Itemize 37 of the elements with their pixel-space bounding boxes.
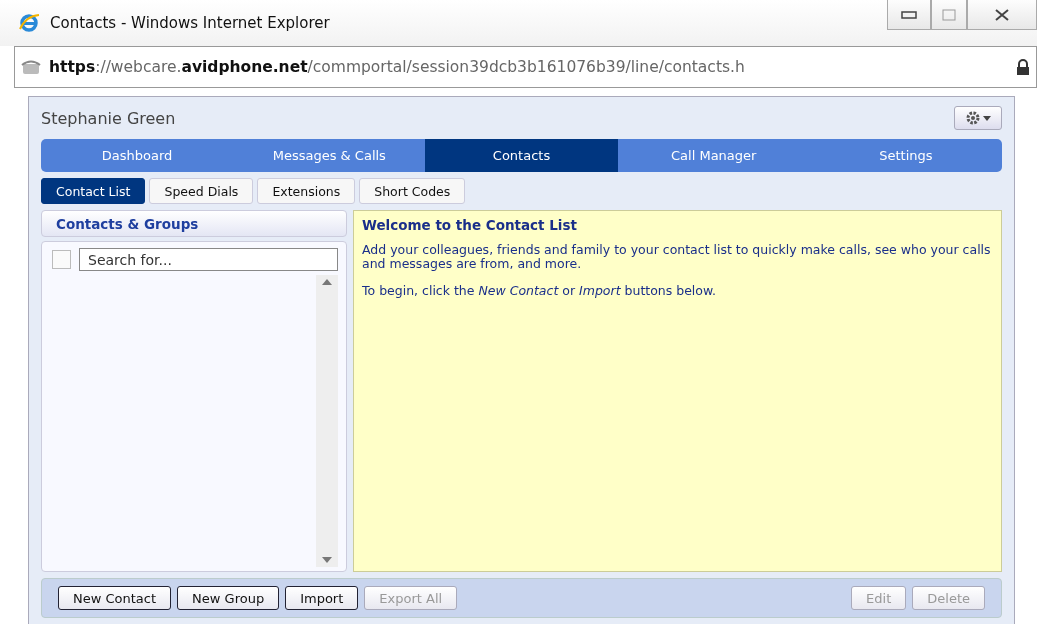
sub-tab[interactable]: Short Codes: [359, 178, 466, 204]
gear-icon: [965, 110, 981, 126]
close-button[interactable]: [967, 0, 1037, 30]
window-title: Contacts - Windows Internet Explorer: [50, 14, 331, 32]
sub-tab[interactable]: Extensions: [257, 178, 356, 204]
minimize-button[interactable]: [887, 0, 931, 30]
browser-logo-icon: [18, 12, 40, 34]
up-arrow-icon: [322, 279, 332, 285]
search-field[interactable]: Search for...: [79, 248, 338, 271]
sub-tab[interactable]: Contact List: [41, 178, 146, 204]
nav-tab[interactable]: Settings: [809, 139, 1002, 172]
select-all-checkbox[interactable]: [52, 250, 71, 269]
close-icon: [994, 8, 1010, 21]
lock-icon: [1016, 59, 1030, 75]
nav-tab[interactable]: Dashboard: [41, 139, 234, 172]
maximize-icon: [942, 8, 956, 21]
action-button[interactable]: New Contact: [58, 586, 172, 610]
welcome-text: Add your colleagues, friends and family to your contact list to quickly make calls, see who your calls and messages are from, and more.: [362, 243, 992, 272]
sub-tab[interactable]: Speed Dials: [149, 178, 254, 204]
panel-title: Contacts & Groups: [41, 210, 347, 237]
action-button[interactable]: Import: [285, 586, 359, 610]
settings-menu-button[interactable]: [954, 106, 1002, 130]
minimize-icon: [901, 10, 917, 19]
url-text: https://webcare.avidphone.net/commportal/session39dcb3b161076b39/line/contacts.h: [49, 58, 746, 76]
action-button[interactable]: New Group: [177, 586, 280, 610]
telephone-icon: [21, 59, 41, 75]
maximize-button[interactable]: [931, 0, 967, 30]
nav-tab[interactable]: Call Manager: [617, 139, 810, 172]
welcome-title: Welcome to the Contact List: [362, 217, 578, 233]
user-name: Stephanie Green: [41, 108, 176, 128]
nav-tab[interactable]: Contacts: [425, 139, 618, 172]
caret-icon: [983, 115, 991, 121]
nav-tab[interactable]: Messages & Calls: [233, 139, 426, 172]
scrollbar[interactable]: [316, 275, 338, 567]
welcome-text: To begin, click the New Contact or Import buttons below.: [362, 283, 718, 299]
down-arrow-icon: [322, 557, 332, 563]
address-bar[interactable]: https://webcare.avidphone.net/commportal/session39dcb3b161076b39/line/contacts.h: [14, 46, 1037, 88]
